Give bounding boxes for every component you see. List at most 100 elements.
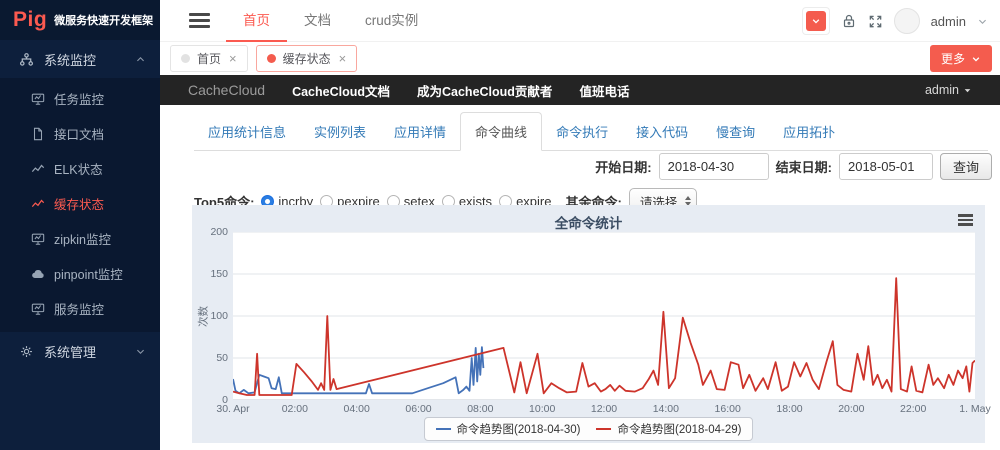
monitor-icon <box>31 232 45 246</box>
top-navigation: 首页 文档 crud实例 <box>226 0 435 42</box>
cachecloud-user-menu[interactable]: admin <box>925 83 972 97</box>
subtab-app-topology[interactable]: 应用拓扑 <box>769 113 849 150</box>
logo-text: Pig <box>13 8 47 32</box>
search-button[interactable]: 查询 <box>940 153 992 180</box>
cachecloud-contribute-link[interactable]: 成为CacheCloud贡献者 <box>417 81 552 100</box>
sidebar-item-pinpoint[interactable]: pinpoint监控 <box>0 256 160 291</box>
y-tick-label: 50 <box>192 352 228 364</box>
header-tools: admin <box>802 0 988 42</box>
subtab-slow-query[interactable]: 慢查询 <box>702 113 769 150</box>
sidebar-item-label: 接口文档 <box>54 124 104 143</box>
legend-line-icon <box>597 428 612 430</box>
start-date-input[interactable] <box>659 153 769 180</box>
x-tick-label: 16:00 <box>698 403 758 415</box>
x-tick-label: 12:00 <box>574 403 634 415</box>
nav-item-crud[interactable]: crud实例 <box>348 0 435 42</box>
tab-dot-icon <box>181 54 190 63</box>
legend-entry-yesterday[interactable]: 命令趋势图(2018-04-29) <box>597 421 742 437</box>
document-icon <box>31 127 45 141</box>
close-icon[interactable]: × <box>229 51 237 66</box>
cachecloud-page: 应用统计信息 实例列表 应用详情 命令曲线 命令执行 接入代码 慢查询 应用拓扑… <box>160 105 1000 450</box>
subtab-instance-list[interactable]: 实例列表 <box>300 113 380 150</box>
command-chart-panel: 全命令统计 次数 命令趋势图(2018-04-30) 命令趋势图(2018-04… <box>192 205 985 443</box>
top-header: 首页 文档 crud实例 admin <box>160 0 1000 42</box>
open-tabs-bar: 首页 × 缓存状态 × 更多 <box>160 42 1000 75</box>
nav-item-docs[interactable]: 文档 <box>287 0 348 42</box>
x-tick-label: 10:00 <box>512 403 572 415</box>
sidebar-item-label: zipkin监控 <box>54 229 111 248</box>
chevron-down-icon[interactable] <box>977 16 988 27</box>
nav-item-home[interactable]: 首页 <box>226 0 287 42</box>
sidebar-item-label: 任务监控 <box>54 89 104 108</box>
lock-icon[interactable] <box>841 13 857 29</box>
cloud-icon <box>31 267 45 281</box>
chevron-down-icon <box>806 11 826 31</box>
sidebar-item-elk-status[interactable]: ELK状态 <box>0 151 160 186</box>
cachecloud-username: admin <box>925 83 959 97</box>
legend-entry-today[interactable]: 命令趋势图(2018-04-30) <box>436 421 581 437</box>
subtab-app-detail[interactable]: 应用详情 <box>380 113 460 150</box>
app-logo[interactable]: Pig 微服务快速开发框架 <box>0 0 160 40</box>
chart-legend: 命令趋势图(2018-04-30) 命令趋势图(2018-04-29) <box>424 417 754 441</box>
sidebar-item-api-docs[interactable]: 接口文档 <box>0 116 160 151</box>
sidebar-group-system-monitor[interactable]: 系统监控 <box>0 40 160 78</box>
series-line-0[interactable] <box>233 347 483 393</box>
subtab-command-exec[interactable]: 命令执行 <box>542 113 622 150</box>
tab-cache-status[interactable]: 缓存状态 × <box>256 45 358 72</box>
chevron-up-icon <box>135 54 146 65</box>
monitor-icon <box>31 92 45 106</box>
x-tick-label: 1. May <box>945 403 1000 415</box>
cachecloud-docs-link[interactable]: CacheCloud文档 <box>292 81 390 100</box>
x-tick-label: 04:00 <box>327 403 387 415</box>
x-tick-label: 18:00 <box>760 403 820 415</box>
sidebar-group-system-manage[interactable]: 系统管理 <box>0 332 160 370</box>
sidebar-item-task-monitor[interactable]: 任务监控 <box>0 81 160 116</box>
subtab-app-stats[interactable]: 应用统计信息 <box>194 113 300 150</box>
end-date-input[interactable] <box>839 153 933 180</box>
logo-subtitle: 微服务快速开发框架 <box>54 12 153 28</box>
sidebar-item-label: 缓存状态 <box>54 194 104 213</box>
line-chart-icon <box>31 197 45 211</box>
x-tick-label: 14:00 <box>636 403 696 415</box>
sidebar-item-service-monitor[interactable]: 服务监控 <box>0 291 160 326</box>
sidebar-item-zipkin[interactable]: zipkin监控 <box>0 221 160 256</box>
monitor-icon <box>31 302 45 316</box>
more-button-label: 更多 <box>941 50 965 67</box>
notification-button[interactable] <box>802 7 830 35</box>
tab-label: 缓存状态 <box>283 50 331 67</box>
close-icon[interactable]: × <box>339 51 347 66</box>
start-date-label: 开始日期: <box>595 157 651 176</box>
end-date-label: 结束日期: <box>776 157 832 176</box>
chart-canvas <box>233 232 975 400</box>
sidebar-item-label: pinpoint监控 <box>54 264 123 283</box>
x-tick-label: 06:00 <box>389 403 449 415</box>
cachecloud-brand[interactable]: CacheCloud <box>188 82 265 98</box>
date-filter-row: 开始日期: 结束日期: 查询 <box>595 153 992 180</box>
subtab-access-code[interactable]: 接入代码 <box>622 113 702 150</box>
sidebar-submenu: 任务监控 接口文档 ELK状态 缓存状态 zipkin监控 pinpoint监控… <box>0 78 160 332</box>
chart-context-menu-icon[interactable] <box>958 214 973 228</box>
chevron-down-icon <box>135 346 146 357</box>
x-tick-label: 02:00 <box>265 403 325 415</box>
legend-label: 命令趋势图(2018-04-30) <box>457 421 581 437</box>
sidebar-item-label: ELK状态 <box>54 159 103 178</box>
more-tabs-button[interactable]: 更多 <box>930 45 992 72</box>
sidebar-item-cache-status[interactable]: 缓存状态 <box>0 186 160 221</box>
y-tick-label: 200 <box>192 226 228 238</box>
command-chart-plot[interactable] <box>233 232 975 400</box>
legend-line-icon <box>436 428 451 430</box>
username-label[interactable]: admin <box>931 14 966 29</box>
fullscreen-icon[interactable] <box>868 14 883 29</box>
tab-dot-icon <box>267 54 276 63</box>
sidebar-group-label: 系统监控 <box>44 50 125 69</box>
sitemap-icon <box>19 52 34 67</box>
sidebar-item-label: 服务监控 <box>54 299 104 318</box>
avatar[interactable] <box>894 8 920 34</box>
series-line-1[interactable] <box>233 278 975 395</box>
subtab-command-curve[interactable]: 命令曲线 <box>460 112 542 151</box>
sidebar-toggle-icon[interactable] <box>189 13 210 31</box>
tab-label: 首页 <box>197 50 221 67</box>
duty-phone-link[interactable]: 值班电话 <box>579 81 629 100</box>
tab-home[interactable]: 首页 × <box>170 45 248 72</box>
y-tick-label: 150 <box>192 268 228 280</box>
